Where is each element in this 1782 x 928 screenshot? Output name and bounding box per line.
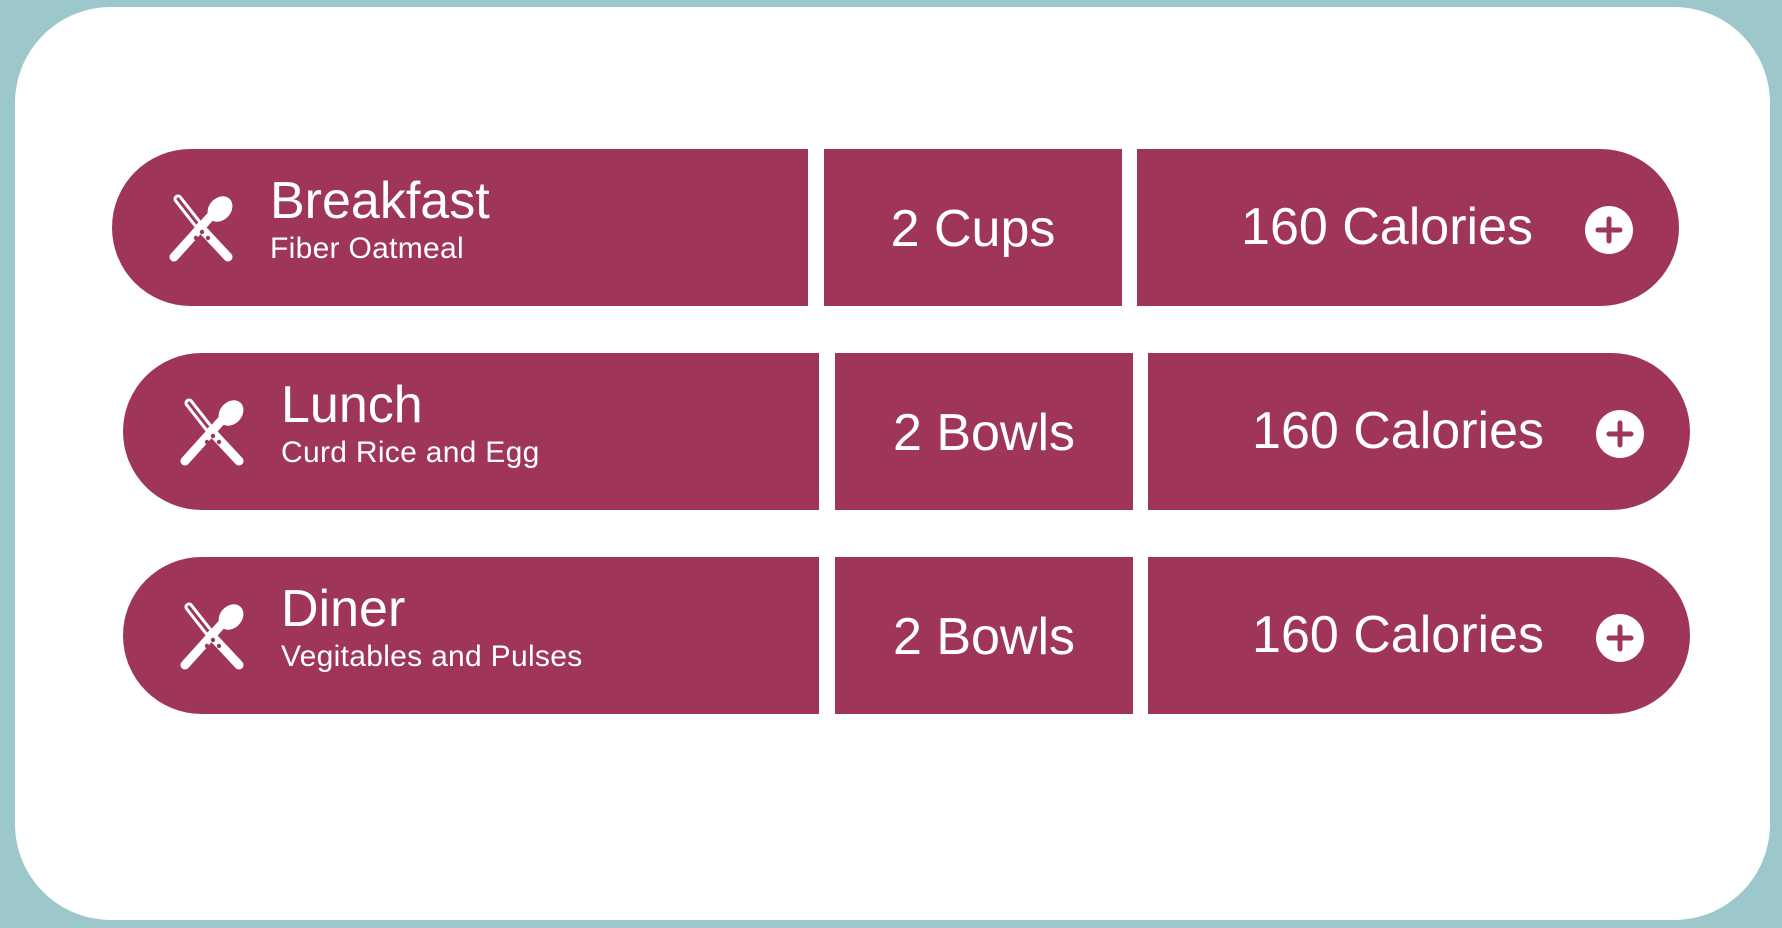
meal-info: Breakfast Fiber Oatmeal (112, 149, 808, 306)
meal-quantity: 2 Bowls (835, 353, 1133, 510)
plus-circle-icon (1606, 624, 1634, 652)
add-meal-button[interactable] (1596, 614, 1644, 662)
fork-spoon-icon (180, 602, 244, 670)
meal-info: Lunch Curd Rice and Egg (123, 353, 819, 510)
plus-circle-icon (1595, 216, 1623, 244)
meal-quantity: 2 Bowls (835, 557, 1133, 714)
meal-calories: 160 Calories (1148, 353, 1690, 510)
fork-spoon-icon (169, 194, 233, 262)
meal-name: Breakfast (270, 172, 490, 230)
meal-name: Diner (281, 580, 406, 638)
calories-text: 160 Calories (1252, 606, 1544, 664)
add-meal-button[interactable] (1596, 410, 1644, 458)
meal-description: Curd Rice and Egg (281, 436, 540, 469)
quantity-text: 2 Cups (890, 199, 1056, 258)
fork-spoon-icon (180, 398, 244, 466)
quantity-text: 2 Bowls (892, 607, 1076, 666)
calories-text: 160 Calories (1252, 402, 1544, 460)
meal-description: Fiber Oatmeal (270, 232, 464, 265)
meal-calories: 160 Calories (1137, 149, 1679, 306)
plus-circle-icon (1606, 420, 1634, 448)
meal-calories: 160 Calories (1148, 557, 1690, 714)
meal-plan-card: Breakfast Fiber Oatmeal 2 Cups 160 Calor… (15, 7, 1770, 920)
add-meal-button[interactable] (1585, 206, 1633, 254)
meal-name: Lunch (281, 376, 423, 434)
meal-description: Vegitables and Pulses (281, 640, 583, 673)
meal-info: Diner Vegitables and Pulses (123, 557, 819, 714)
meal-quantity: 2 Cups (824, 149, 1122, 306)
calories-text: 160 Calories (1241, 198, 1533, 256)
quantity-text: 2 Bowls (892, 403, 1076, 462)
